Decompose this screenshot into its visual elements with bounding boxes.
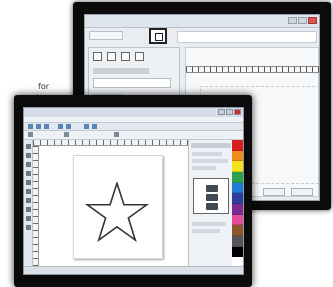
- minimize-button[interactable]: [288, 17, 297, 24]
- page: [73, 155, 163, 259]
- dialog-title-bar: [85, 15, 319, 28]
- color-swatch[interactable]: [232, 214, 243, 226]
- new-icon[interactable]: [28, 124, 33, 129]
- color-swatch[interactable]: [232, 140, 243, 151]
- docker-row: [192, 152, 222, 156]
- minimize-button[interactable]: [218, 109, 225, 115]
- popup-option-icon[interactable]: [206, 203, 218, 210]
- undo-icon[interactable]: [58, 124, 63, 129]
- drawing-canvas[interactable]: [39, 146, 188, 268]
- color-palette: [232, 140, 243, 269]
- color-swatch[interactable]: [232, 225, 243, 237]
- color-swatch[interactable]: [232, 161, 243, 173]
- tool-icon-row: [93, 52, 144, 61]
- standard-toolbar: [24, 123, 243, 131]
- rectangle-tool-icon[interactable]: [26, 189, 31, 194]
- docker-header: [191, 143, 231, 148]
- polygon-tool-icon[interactable]: [26, 207, 31, 212]
- export-icon[interactable]: [92, 124, 97, 129]
- dialog-tabs: [89, 31, 123, 40]
- pick-tool-icon[interactable]: [26, 144, 31, 149]
- color-swatch[interactable]: [232, 150, 243, 162]
- selected-tool-icon[interactable]: [149, 28, 167, 44]
- maximize-button[interactable]: [298, 17, 307, 24]
- node-tool-icon[interactable]: [107, 52, 116, 61]
- article-fragment: for: [38, 82, 49, 91]
- app-title-bar: [24, 108, 243, 117]
- color-swatch[interactable]: [232, 172, 243, 183]
- color-swatch[interactable]: [232, 204, 243, 215]
- close-button[interactable]: [234, 109, 241, 115]
- window-controls: [218, 109, 241, 115]
- toolbox: [24, 140, 33, 268]
- window-controls: [288, 17, 317, 24]
- freehand-tool-icon[interactable]: [26, 180, 31, 185]
- save-icon[interactable]: [44, 124, 49, 129]
- dialog-buttons: [263, 188, 313, 196]
- horizontal-ruler: [186, 66, 319, 73]
- shape-tool-icon[interactable]: [26, 153, 31, 158]
- property-bar: [24, 131, 243, 140]
- docker-panel: [188, 140, 232, 268]
- property-icon[interactable]: [114, 132, 119, 137]
- import-icon[interactable]: [84, 124, 89, 129]
- settings-label: [93, 68, 149, 74]
- crop-tool-icon[interactable]: [121, 52, 130, 61]
- ellipse-tool-icon[interactable]: [26, 198, 31, 203]
- color-swatch[interactable]: [232, 193, 243, 205]
- docker-row: [192, 229, 220, 233]
- fill-tool-icon[interactable]: [26, 225, 31, 230]
- color-swatch[interactable]: [232, 236, 243, 247]
- ok-button[interactable]: [263, 188, 285, 196]
- zoom-tool-icon[interactable]: [26, 171, 31, 176]
- redo-icon[interactable]: [66, 124, 71, 129]
- docker-row: [192, 159, 228, 163]
- cancel-button[interactable]: [291, 188, 313, 196]
- docker-row: [192, 222, 226, 226]
- popup-option-icon[interactable]: [206, 185, 218, 192]
- front-screenshot: [14, 95, 252, 287]
- crop-tool-icon[interactable]: [26, 162, 31, 167]
- drawing-app-window: [23, 107, 244, 275]
- property-icon[interactable]: [64, 132, 69, 137]
- dialog-top-field[interactable]: [177, 31, 317, 43]
- open-icon[interactable]: [36, 124, 41, 129]
- maximize-button[interactable]: [226, 109, 233, 115]
- settings-field[interactable]: [93, 78, 171, 88]
- docker-row: [192, 166, 216, 170]
- property-icon[interactable]: [28, 132, 33, 137]
- dialog-tab[interactable]: [89, 31, 123, 40]
- star-shape[interactable]: [84, 182, 150, 242]
- status-bar: [24, 266, 243, 274]
- docker-popup[interactable]: [193, 178, 229, 214]
- close-button[interactable]: [308, 17, 317, 24]
- pointer-tool-icon[interactable]: [93, 52, 102, 61]
- color-swatch[interactable]: [232, 182, 243, 194]
- text-tool-icon[interactable]: [26, 216, 31, 221]
- shape-tool-icon[interactable]: [135, 52, 144, 61]
- popup-option-icon[interactable]: [206, 194, 218, 201]
- color-swatch[interactable]: [232, 246, 243, 258]
